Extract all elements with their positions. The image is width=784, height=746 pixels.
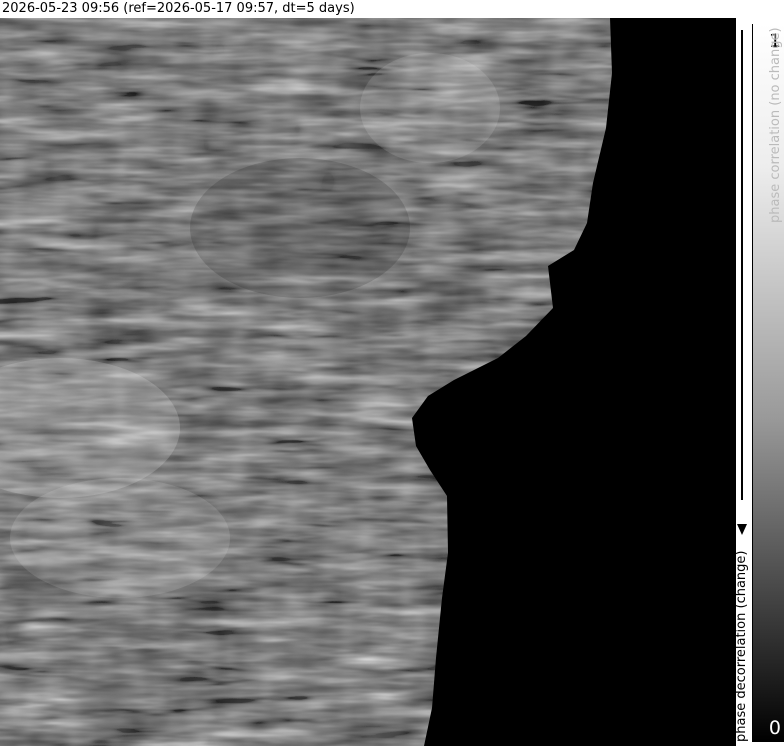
coherence-image (0, 18, 736, 746)
colorbar-bottom-label: phase decorrelation (change) (734, 550, 749, 742)
arrow-down-icon (737, 524, 747, 535)
coherence-texture (0, 18, 736, 746)
image-title: 2026-05-23 09:56 (ref=2026-05-17 09:57, … (2, 1, 355, 16)
colorbar-top-label: phase correlation (no change) (768, 27, 783, 223)
colorbar-min-label: 0 (768, 717, 781, 739)
arrow-line (741, 30, 743, 500)
